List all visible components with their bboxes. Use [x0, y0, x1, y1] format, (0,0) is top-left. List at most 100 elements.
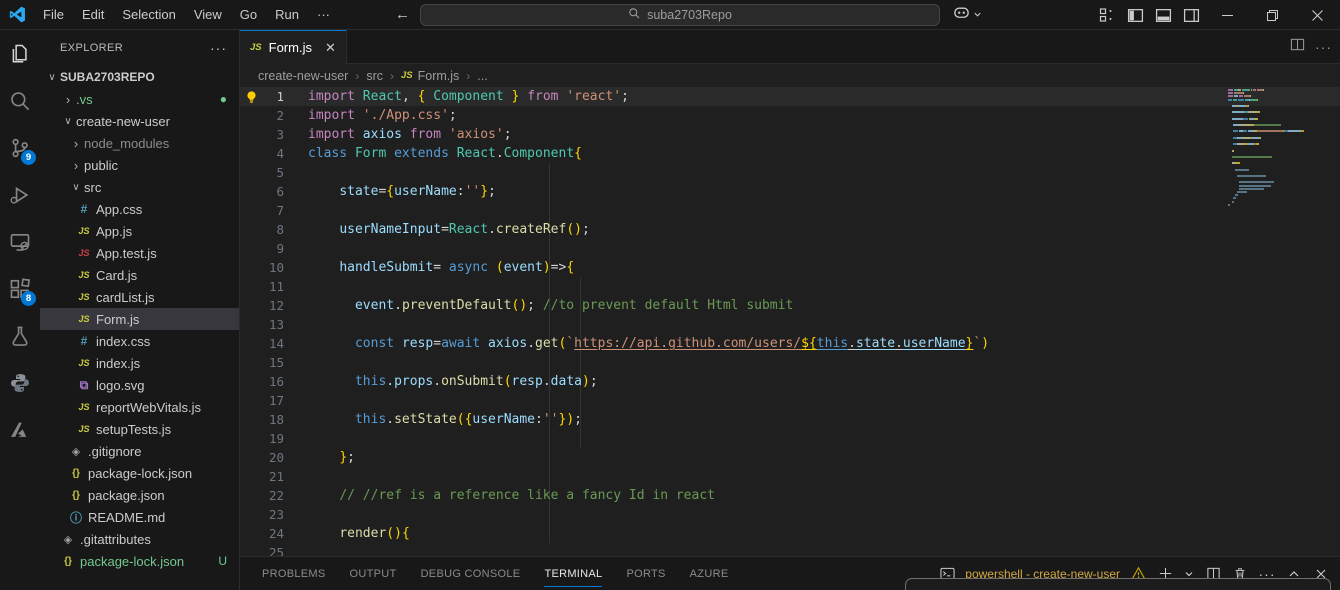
menu-view[interactable]: View — [185, 4, 231, 25]
menu-run[interactable]: Run — [266, 4, 308, 25]
toggle-panel-icon[interactable] — [1149, 2, 1177, 28]
copilot-menu[interactable] — [952, 0, 982, 30]
panel-tab-ports[interactable]: PORTS — [626, 560, 665, 587]
breadcrumb-item[interactable]: ... — [477, 69, 487, 83]
file-cardlistjs[interactable]: JScardList.js — [40, 286, 239, 308]
menu-[interactable]: ··· — [308, 4, 339, 25]
file-logosvg[interactable]: ⧉logo.svg — [40, 374, 239, 396]
split-editor-icon[interactable] — [1290, 37, 1305, 57]
menu-selection[interactable]: Selection — [113, 4, 184, 25]
code-line-12[interactable]: 12 event.preventDefault(); //to prevent … — [240, 296, 1340, 315]
activity-python-icon[interactable] — [0, 359, 40, 406]
code-line-1[interactable]: 1import React, { Component } from 'react… — [240, 87, 1340, 106]
file-apptestjs[interactable]: JSApp.test.js — [40, 242, 239, 264]
code-line-22[interactable]: 22 // //ref is a reference like a fancy … — [240, 486, 1340, 505]
breadcrumb-separator: › — [355, 69, 359, 83]
activity-remote-explorer-icon[interactable] — [0, 218, 40, 265]
activity-run-debug-icon[interactable] — [0, 171, 40, 218]
folder-src[interactable]: ∨src — [40, 176, 239, 198]
toggle-secondary-sidebar-icon[interactable] — [1177, 2, 1205, 28]
js-file-icon: JS — [76, 292, 92, 302]
file-packagejson[interactable]: {}package.json — [40, 484, 239, 506]
file-gitignore[interactable]: ◈.gitignore — [40, 440, 239, 462]
file-reportwebvitalsjs[interactable]: JSreportWebVitals.js — [40, 396, 239, 418]
code-text: handleSubmit= async (event)=>{ — [284, 258, 574, 277]
code-line-17[interactable]: 17 — [240, 391, 1340, 410]
breadcrumb-item[interactable]: JSForm.js — [401, 69, 459, 83]
panel-tab-terminal[interactable]: TERMINAL — [544, 560, 602, 587]
command-center-search[interactable]: suba2703Repo — [420, 4, 940, 26]
restore-button[interactable] — [1250, 0, 1295, 30]
code-line-20[interactable]: 20 }; — [240, 448, 1340, 467]
explorer-more-actions-icon[interactable]: ··· — [210, 40, 227, 56]
code-line-9[interactable]: 9 — [240, 239, 1340, 258]
panel-tab-debug-console[interactable]: DEBUG CONSOLE — [421, 560, 521, 587]
file-packagelockjson[interactable]: {}package-lock.jsonU — [40, 550, 239, 572]
code-line-3[interactable]: 3import axios from 'axios'; — [240, 125, 1340, 144]
panel-tab-problems[interactable]: PROBLEMS — [262, 560, 326, 587]
code-line-23[interactable]: 23 — [240, 505, 1340, 524]
lightbulb-icon[interactable] — [240, 87, 262, 106]
folder-suba2703repo[interactable]: ∨SUBA2703REPO — [40, 66, 239, 88]
folder-nodemodules[interactable]: ›node_modules — [40, 132, 239, 154]
breadcrumb[interactable]: create-new-user›src›JSForm.js›... — [240, 64, 1340, 87]
activity-extensions-icon[interactable]: 8 — [0, 265, 40, 312]
code-line-2[interactable]: 2import './App.css'; — [240, 106, 1340, 125]
activity-azure-icon[interactable] — [0, 406, 40, 453]
file-appjs[interactable]: JSApp.js — [40, 220, 239, 242]
minimap[interactable] — [1228, 89, 1314, 207]
panel-tab-azure[interactable]: AZURE — [690, 560, 729, 587]
menu-edit[interactable]: Edit — [73, 4, 113, 25]
activity-testing-icon[interactable] — [0, 312, 40, 359]
file-formjs[interactable]: JSForm.js — [40, 308, 239, 330]
menu-go[interactable]: Go — [231, 4, 266, 25]
line-number: 7 — [262, 201, 284, 220]
code-line-11[interactable]: 11 — [240, 277, 1340, 296]
code-line-24[interactable]: 24 render(){ — [240, 524, 1340, 543]
breadcrumb-item[interactable]: src — [366, 69, 383, 83]
panel-tab-output[interactable]: OUTPUT — [350, 560, 397, 587]
close-window-button[interactable] — [1295, 0, 1340, 30]
code-line-18[interactable]: 18 this.setState({userName:''}); — [240, 410, 1340, 429]
file-cardjs[interactable]: JSCard.js — [40, 264, 239, 286]
tab-close-icon[interactable]: ✕ — [325, 40, 336, 56]
code-line-6[interactable]: 6 state={userName:''}; — [240, 182, 1340, 201]
customize-layout-icon[interactable] — [1093, 2, 1121, 28]
code-line-10[interactable]: 10 handleSubmit= async (event)=>{ — [240, 258, 1340, 277]
code-line-5[interactable]: 5 — [240, 163, 1340, 182]
code-line-7[interactable]: 7 — [240, 201, 1340, 220]
editor-more-actions-icon[interactable]: ··· — [1315, 39, 1332, 55]
minimize-button[interactable] — [1205, 0, 1250, 30]
activity-explorer-icon[interactable] — [0, 30, 40, 77]
folder-vs[interactable]: ›.vs● — [40, 88, 239, 110]
tab-formjs[interactable]: JS Form.js ✕ — [240, 30, 347, 64]
folder-createnewuser[interactable]: ∨create-new-user — [40, 110, 239, 132]
json-file-icon: {} — [68, 468, 84, 479]
breadcrumb-item[interactable]: create-new-user — [258, 69, 348, 83]
file-indexjs[interactable]: JSindex.js — [40, 352, 239, 374]
file-packagelockjson[interactable]: {}package-lock.json — [40, 462, 239, 484]
code-editor[interactable]: 1import React, { Component } from 'react… — [240, 87, 1340, 556]
code-line-19[interactable]: 19 — [240, 429, 1340, 448]
code-line-16[interactable]: 16 this.props.onSubmit(resp.data); — [240, 372, 1340, 391]
gutter-space — [240, 429, 262, 448]
folder-public[interactable]: ›public — [40, 154, 239, 176]
code-line-13[interactable]: 13 — [240, 315, 1340, 334]
code-line-4[interactable]: 4class Form extends React.Component{ — [240, 144, 1340, 163]
activity-search-icon[interactable] — [0, 77, 40, 124]
toggle-primary-sidebar-icon[interactable] — [1121, 2, 1149, 28]
terminal-input-box[interactable] — [905, 578, 1331, 590]
file-gitattributes[interactable]: ◈.gitattributes — [40, 528, 239, 550]
file-setuptestsjs[interactable]: JSsetupTests.js — [40, 418, 239, 440]
code-line-25[interactable]: 25 — [240, 543, 1340, 556]
file-readmemd[interactable]: ⓘREADME.md — [40, 506, 239, 528]
file-appcss[interactable]: #App.css — [40, 198, 239, 220]
activity-source-control-icon[interactable]: 9 — [0, 124, 40, 171]
file-indexcss[interactable]: #index.css — [40, 330, 239, 352]
code-line-8[interactable]: 8 userNameInput=React.createRef(); — [240, 220, 1340, 239]
code-line-21[interactable]: 21 — [240, 467, 1340, 486]
back-arrow-icon[interactable]: ← — [395, 6, 410, 23]
code-line-15[interactable]: 15 — [240, 353, 1340, 372]
code-line-14[interactable]: 14 const resp=await axios.get(`https://a… — [240, 334, 1340, 353]
menu-file[interactable]: File — [34, 4, 73, 25]
